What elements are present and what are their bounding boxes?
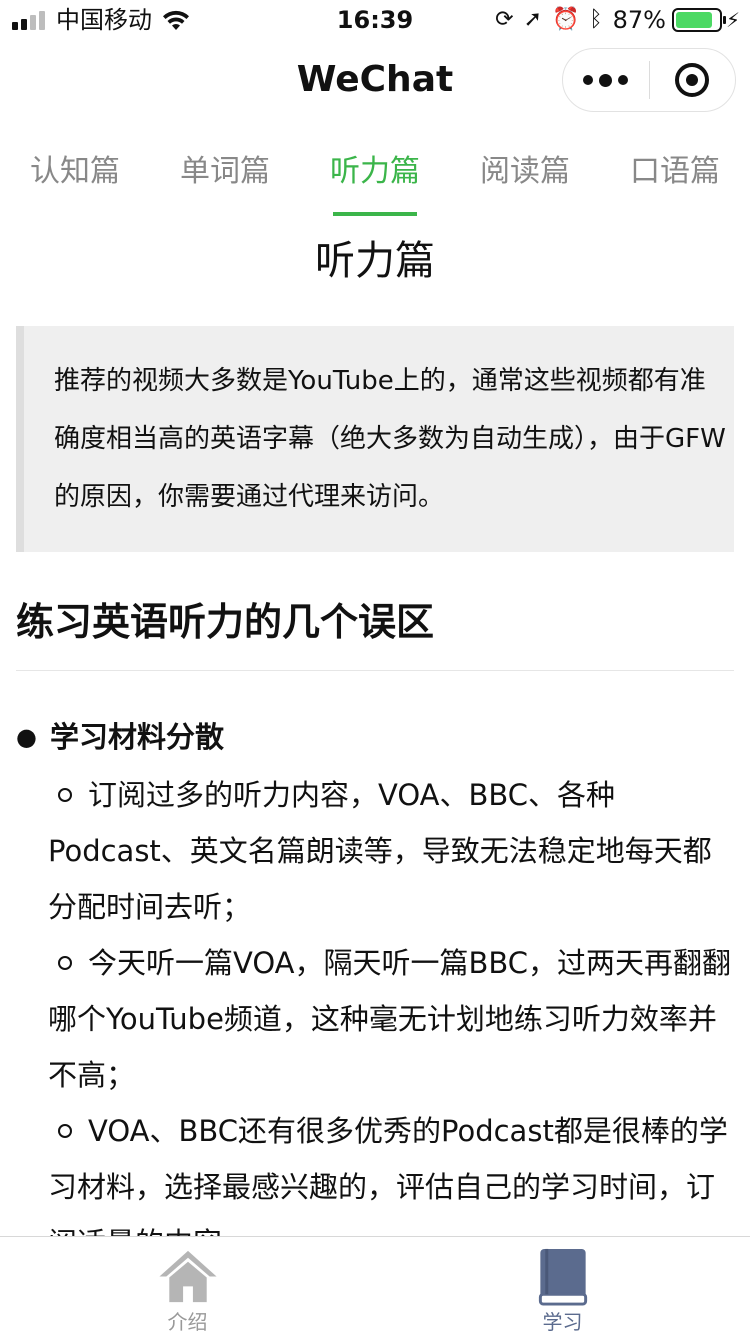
article-content[interactable]: 听力篇 推荐的视频大多数是YouTube上的，通常这些视频都有准确度相当高的英语… xyxy=(0,220,750,1236)
tab-cognition[interactable]: 认知篇 xyxy=(0,128,150,220)
sub-item-text: 订阅过多的听力内容，VOA、BBC、各种Podcast、英文名篇朗读等，导致无法… xyxy=(48,778,712,924)
tabbar-label-study: 学习 xyxy=(542,1310,583,1334)
bluetooth-icon: ᛒ xyxy=(589,7,603,32)
sub-list: 订阅过多的听力内容，VOA、BBC、各种Podcast、英文名篇朗读等，导致无法… xyxy=(48,767,734,1236)
capsule-menu xyxy=(562,48,736,112)
list-item-title: 学习材料分散 xyxy=(50,720,225,754)
bullet-icon: ● xyxy=(16,723,37,751)
intro-blockquote: 推荐的视频大多数是YouTube上的，通常这些视频都有准确度相当高的英语字幕（绝… xyxy=(16,326,734,552)
book-icon xyxy=(538,1248,587,1306)
section-title: 练习英语听力的几个误区 xyxy=(16,592,734,671)
tabbar-item-intro[interactable]: 介绍 xyxy=(0,1237,375,1334)
page-title: 听力篇 xyxy=(315,238,435,284)
sub-list-item: 订阅过多的听力内容，VOA、BBC、各种Podcast、英文名篇朗读等，导致无法… xyxy=(48,767,734,935)
tabbar-item-study[interactable]: 学习 xyxy=(375,1237,750,1334)
circle-bullet-icon xyxy=(58,1124,72,1138)
circle-bullet-icon xyxy=(58,956,72,970)
category-tabs: 认知篇 单词篇 听力篇 阅读篇 口语篇 xyxy=(0,128,750,220)
charging-icon: ⚡ xyxy=(725,8,740,32)
battery-percent: 87% xyxy=(612,6,666,34)
bottom-tab-bar: 介绍 学习 xyxy=(0,1236,750,1334)
status-bar: 中国移动 16:39 ⟳ ➚ ⏰ ᛒ 87% ⚡ xyxy=(0,0,750,40)
home-icon xyxy=(158,1250,217,1303)
bullet-list: ● 学习材料分散 订阅过多的听力内容，VOA、BBC、各种Podcast、英文名… xyxy=(16,713,734,1236)
battery-icon xyxy=(671,8,726,32)
tab-speaking[interactable]: 口语篇 xyxy=(600,128,750,220)
list-item: ● 学习材料分散 xyxy=(16,713,734,761)
battery-fill xyxy=(675,12,713,28)
sub-list-item: VOA、BBC还有很多优秀的Podcast都是很棒的学习材料，选择最感兴趣的，评… xyxy=(48,1103,734,1236)
tab-reading[interactable]: 阅读篇 xyxy=(450,128,600,220)
alarm-icon: ⏰ xyxy=(552,7,580,32)
close-miniprogram-icon[interactable] xyxy=(650,48,736,112)
tab-vocabulary[interactable]: 单词篇 xyxy=(150,128,300,220)
sub-list-item: 今天听一篇VOA，隔天听一篇BBC，过两天再翻翻哪个YouTube频道，这种毫无… xyxy=(48,935,734,1103)
sub-item-text: 今天听一篇VOA，隔天听一篇BBC，过两天再翻翻哪个YouTube频道，这种毫无… xyxy=(48,946,732,1092)
circle-bullet-icon xyxy=(58,788,72,802)
navigation-bar: WeChat xyxy=(0,40,750,128)
status-right: ⟳ ➚ ⏰ ᛒ 87% ⚡ xyxy=(495,6,740,34)
tabbar-label-intro: 介绍 xyxy=(167,1310,208,1334)
more-icon[interactable] xyxy=(563,48,649,112)
sub-item-text: VOA、BBC还有很多优秀的Podcast都是很棒的学习材料，选择最感兴趣的，评… xyxy=(48,1114,728,1236)
tab-listening[interactable]: 听力篇 xyxy=(300,128,450,220)
orientation-lock-icon: ⟳ xyxy=(495,7,514,32)
location-icon: ➚ xyxy=(523,7,542,32)
